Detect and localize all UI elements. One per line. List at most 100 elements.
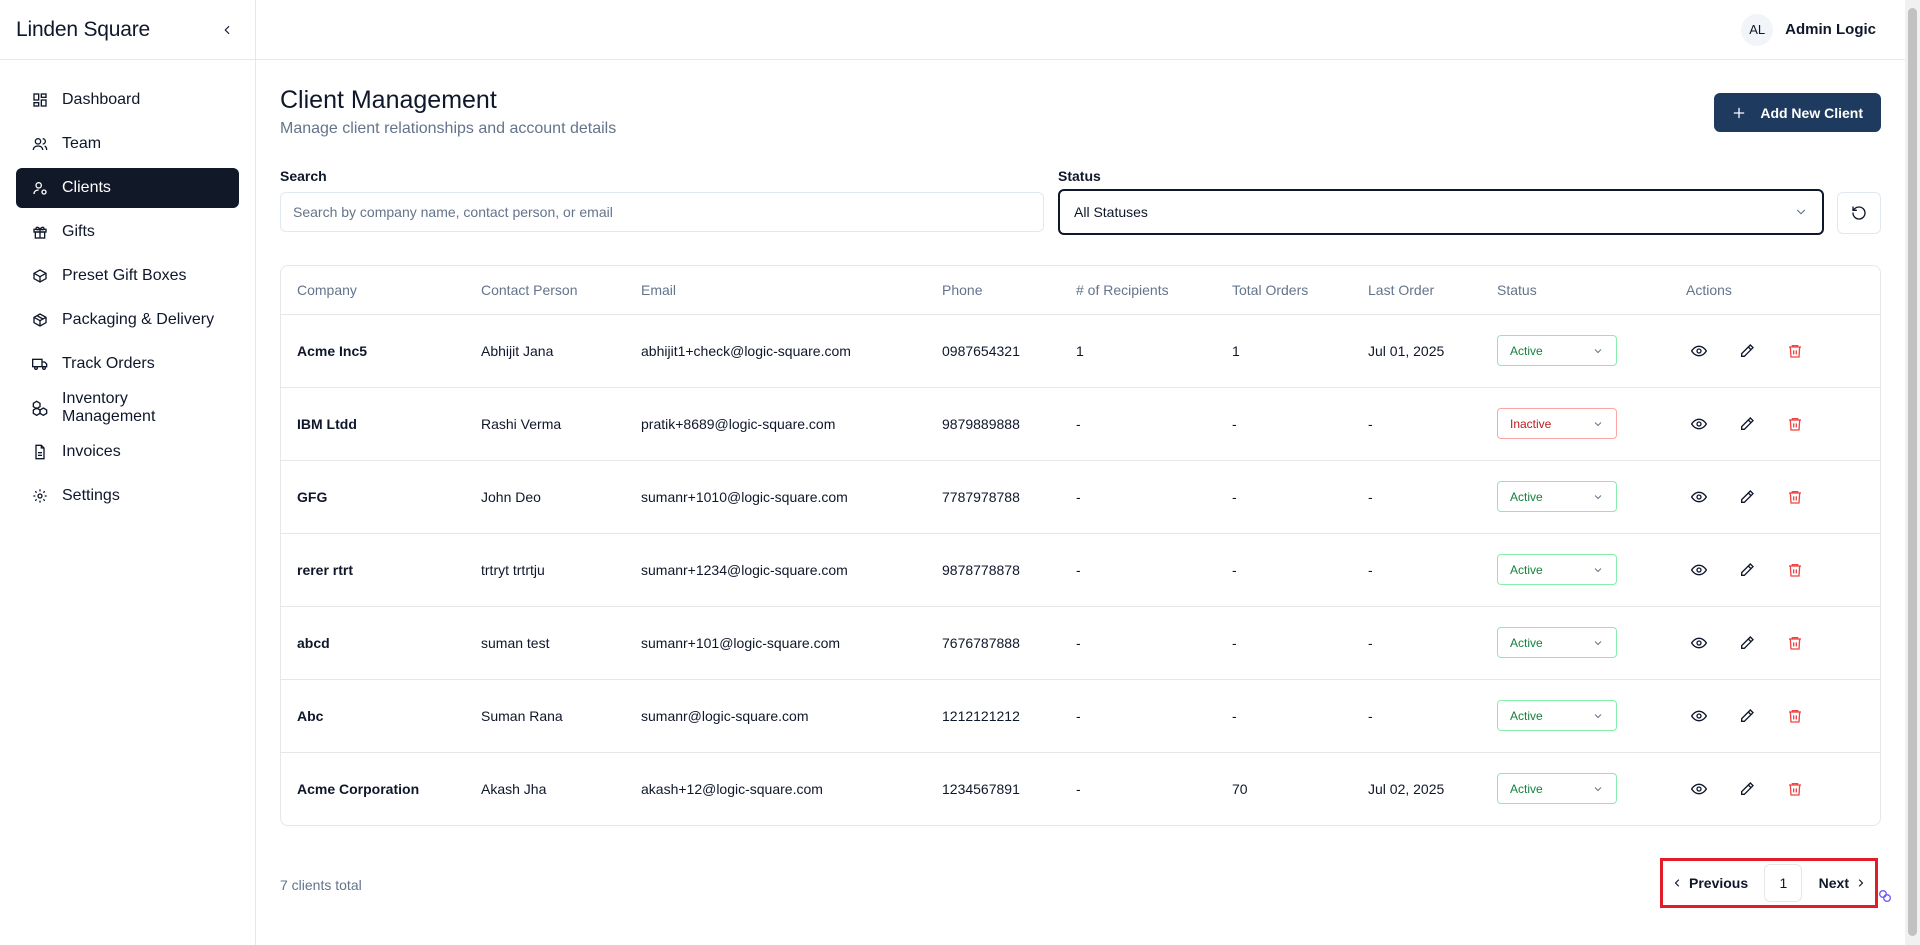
table-row: abcd suman test sumanr+101@logic-square.… bbox=[281, 606, 1880, 680]
reset-filters-button[interactable] bbox=[1837, 192, 1881, 234]
collapse-sidebar-button[interactable] bbox=[215, 18, 239, 42]
status-dropdown[interactable]: Inactive bbox=[1497, 408, 1617, 439]
edit-button[interactable] bbox=[1738, 415, 1756, 433]
cell-status: Active bbox=[1481, 533, 1670, 607]
sidebar-item-label: Settings bbox=[62, 487, 120, 504]
edit-button[interactable] bbox=[1738, 342, 1756, 360]
trash-icon bbox=[1789, 417, 1801, 431]
next-page-button[interactable]: Next bbox=[1819, 875, 1867, 891]
cell-email: sumanr+1234@logic-square.com bbox=[625, 533, 926, 607]
cell-total-orders: - bbox=[1216, 606, 1352, 680]
view-button[interactable] bbox=[1690, 561, 1708, 579]
column-header-phone[interactable]: Phone bbox=[926, 266, 1060, 315]
cell-company: Acme Corporation bbox=[297, 780, 420, 797]
cell-contact: Suman Rana bbox=[465, 679, 625, 753]
cell-email: sumanr@logic-square.com bbox=[625, 679, 926, 753]
trash-icon bbox=[1789, 563, 1801, 577]
cell-contact: Abhijit Jana bbox=[465, 314, 625, 388]
table-row: IBM Ltdd Rashi Verma pratik+8689@logic-s… bbox=[281, 387, 1880, 461]
delete-button[interactable] bbox=[1786, 415, 1804, 433]
view-button[interactable] bbox=[1690, 415, 1708, 433]
pagination: Previous 1 Next bbox=[1660, 858, 1878, 908]
status-dropdown[interactable]: Active bbox=[1497, 335, 1617, 366]
column-header-total-orders[interactable]: Total Orders bbox=[1216, 266, 1352, 315]
sidebar-item-dashboard[interactable]: Dashboard bbox=[16, 80, 239, 120]
sidebar-item-inventory-management[interactable]: Inventory Management bbox=[16, 388, 239, 428]
page-number-button[interactable]: 1 bbox=[1764, 864, 1803, 902]
column-header-last-order[interactable]: Last Order bbox=[1352, 266, 1481, 315]
column-header-recipients[interactable]: # of Recipients bbox=[1060, 266, 1216, 315]
cell-company: Abc bbox=[281, 679, 465, 753]
delete-button[interactable] bbox=[1786, 342, 1804, 360]
pencil-icon bbox=[1741, 343, 1754, 357]
cell-recipients: - bbox=[1060, 679, 1216, 753]
status-dropdown[interactable]: Active bbox=[1497, 481, 1617, 512]
search-label: Search bbox=[280, 168, 327, 184]
delete-button[interactable] bbox=[1786, 780, 1804, 798]
brain-icon bbox=[1879, 890, 1891, 902]
chevron-right-icon bbox=[1858, 879, 1864, 887]
edit-button[interactable] bbox=[1738, 634, 1756, 652]
add-new-client-button[interactable]: Add New Client bbox=[1714, 93, 1881, 132]
sidebar-item-gifts[interactable]: Gifts bbox=[16, 212, 239, 252]
cell-phone: 1234567891 bbox=[942, 780, 1020, 797]
view-button[interactable] bbox=[1690, 780, 1708, 798]
box-icon bbox=[33, 269, 47, 283]
column-header-email[interactable]: Email bbox=[625, 266, 926, 315]
status-value: Active bbox=[1510, 708, 1543, 723]
column-header-company[interactable]: Company bbox=[281, 266, 465, 315]
sidebar-item-track-orders[interactable]: Track Orders bbox=[16, 344, 239, 384]
edit-button[interactable] bbox=[1738, 488, 1756, 506]
cell-company: IBM Ltdd bbox=[281, 387, 465, 461]
sidebar-item-label: Invoices bbox=[62, 443, 121, 460]
sidebar-header: Linden Square bbox=[0, 0, 255, 60]
chevron-down-icon bbox=[1796, 209, 1806, 215]
trash-icon bbox=[1789, 344, 1801, 358]
previous-page-button[interactable]: Previous bbox=[1671, 875, 1748, 891]
chevron-down-icon bbox=[1594, 786, 1602, 791]
status-dropdown[interactable]: Active bbox=[1497, 554, 1617, 585]
vertical-scrollbar[interactable] bbox=[1905, 0, 1920, 945]
delete-button[interactable] bbox=[1786, 634, 1804, 652]
user-menu[interactable]: AL Admin Logic bbox=[1741, 13, 1876, 46]
column-header-contact[interactable]: Contact Person bbox=[465, 266, 625, 315]
filters: Search Status All Statuses bbox=[280, 156, 1881, 256]
edit-button[interactable] bbox=[1738, 707, 1756, 725]
view-button[interactable] bbox=[1690, 488, 1708, 506]
sidebar-item-settings[interactable]: Settings bbox=[16, 476, 239, 516]
view-button[interactable] bbox=[1690, 634, 1708, 652]
eye-icon bbox=[1691, 710, 1707, 721]
delete-button[interactable] bbox=[1786, 561, 1804, 579]
status-select[interactable]: All Statuses bbox=[1058, 189, 1824, 235]
scrollbar-thumb[interactable] bbox=[1908, 8, 1917, 936]
table-row: Acme Inc5 Abhijit Jana abhijit1+check@lo… bbox=[281, 314, 1880, 388]
view-button[interactable] bbox=[1690, 707, 1708, 725]
pencil-icon bbox=[1741, 708, 1754, 722]
search-input[interactable] bbox=[280, 192, 1044, 232]
column-header-status[interactable]: Status bbox=[1481, 266, 1670, 315]
delete-button[interactable] bbox=[1786, 707, 1804, 725]
cell-status: Active bbox=[1481, 314, 1670, 388]
status-dropdown[interactable]: Active bbox=[1497, 627, 1617, 658]
delete-button[interactable] bbox=[1786, 488, 1804, 506]
sidebar-item-invoices[interactable]: Invoices bbox=[16, 432, 239, 472]
view-button[interactable] bbox=[1690, 342, 1708, 360]
status-dropdown[interactable]: Active bbox=[1497, 700, 1617, 731]
cell-contact: John Deo bbox=[465, 460, 625, 534]
status-value: Active bbox=[1510, 489, 1543, 504]
sidebar-item-preset-gift-boxes[interactable]: Preset Gift Boxes bbox=[16, 256, 239, 296]
edit-button[interactable] bbox=[1738, 561, 1756, 579]
sidebar-item-packaging-delivery[interactable]: Packaging & Delivery bbox=[16, 300, 239, 340]
status-dropdown[interactable]: Active bbox=[1497, 773, 1617, 805]
sidebar-item-label: Inventory Management bbox=[62, 390, 156, 425]
sidebar-item-team[interactable]: Team bbox=[16, 124, 239, 164]
assistant-widget-icon[interactable] bbox=[1877, 887, 1893, 905]
sidebar-item-clients[interactable]: Clients bbox=[16, 168, 239, 208]
chevron-down-icon bbox=[1594, 567, 1602, 572]
cell-actions bbox=[1670, 606, 1880, 680]
cell-actions bbox=[1670, 387, 1880, 461]
edit-button[interactable] bbox=[1738, 780, 1756, 798]
cell-recipients: - bbox=[1060, 387, 1216, 461]
cell-actions bbox=[1670, 460, 1880, 534]
cell-phone: 9878778878 bbox=[926, 533, 1060, 607]
